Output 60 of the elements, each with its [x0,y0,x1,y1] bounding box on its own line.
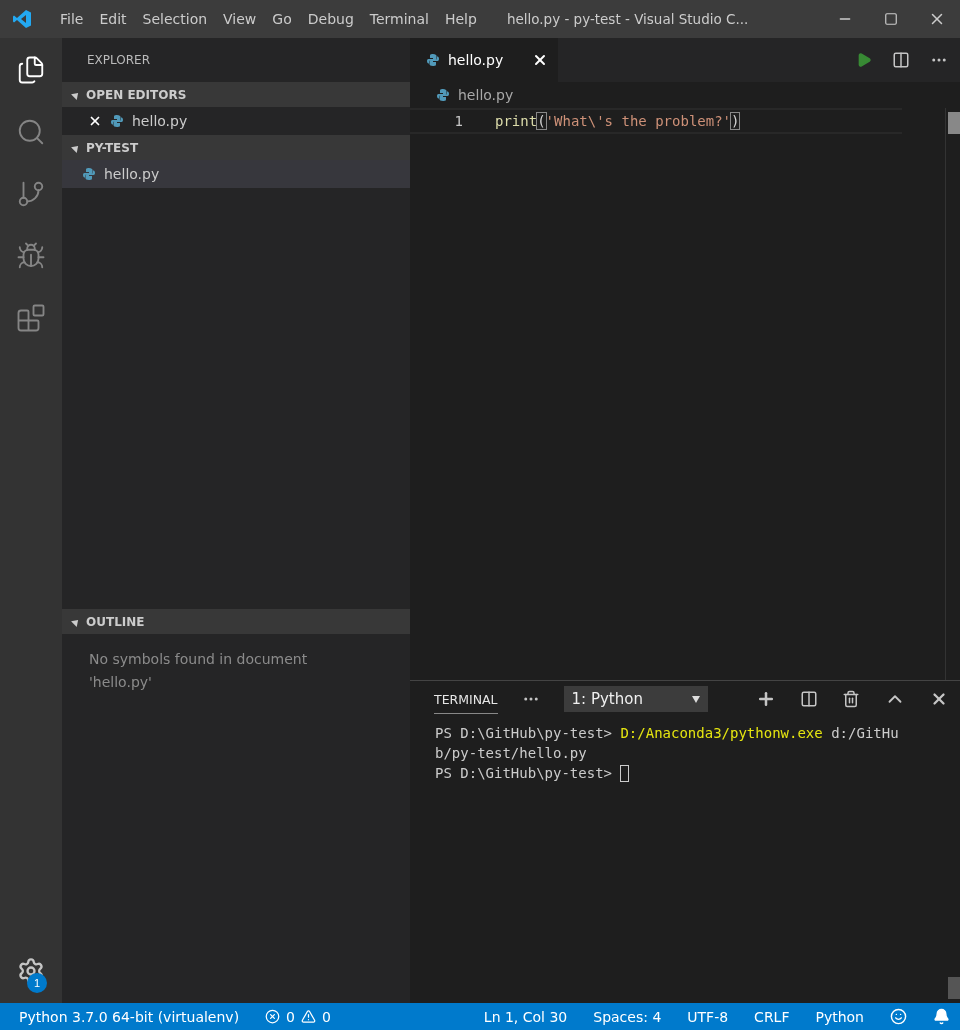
section-header[interactable]: OPEN EDITORS [62,82,410,107]
python-file-icon [436,88,450,102]
outline-message: No symbols found in document 'hello.py' [88,650,309,692]
terminal-text: b/py-test/hello.py [435,744,587,763]
terminal-text: PS D:\GitHub\py-test> [435,724,613,743]
code-token: ) [731,113,740,129]
close-icon[interactable] [930,690,948,708]
tree-row[interactable]: hello.py [62,160,410,188]
error-icon [265,1009,281,1024]
warning-icon [301,1009,316,1024]
sidebar-title: EXPLORER [86,52,151,69]
trash-icon[interactable] [842,690,860,708]
tree-row[interactable]: hello.py [62,107,410,135]
play-icon[interactable] [856,52,872,68]
line-ending-status[interactable]: CRLF [754,1008,790,1025]
terminal-text: PS D:\GitHub\py-test> [435,764,613,783]
plus-icon[interactable] [756,689,776,709]
close-icon[interactable] [88,114,102,128]
terminal-text: d:/GitHu [830,724,899,743]
menu-item[interactable]: View [215,11,265,27]
terminal-cursor [620,764,630,782]
encoding-status[interactable]: UTF-8 [687,1008,729,1025]
section-header[interactable]: OUTLINE [62,609,410,634]
indentation-status[interactable]: Spaces: 4 [593,1008,662,1025]
window-title: hello.py - py-test - Visual Studio C... [506,11,749,27]
maximize-icon[interactable] [884,12,898,26]
breadcrumb[interactable]: hello.py [410,82,960,108]
terminal-dropdown[interactable]: 1: Python [563,686,708,712]
python-file-icon [82,167,96,181]
menu-item[interactable]: Terminal [361,11,437,27]
code-token: ( [537,113,546,129]
language-status[interactable]: Python [815,1008,864,1025]
menu-item[interactable]: Edit [91,11,135,27]
menu-item[interactable]: File [52,11,92,27]
python-file-icon [110,114,124,128]
split-editor-icon[interactable] [892,51,910,69]
menu-item[interactable]: Go [264,11,300,27]
code-token: 'What\'s the problem?' [545,113,732,129]
terminal-tab[interactable]: TERMINAL [434,684,498,714]
menu-item[interactable]: Selection [134,11,216,27]
interpreter-status[interactable]: Python 3.7.0 64-bit (virtualenv) [19,1008,240,1025]
cursor-position[interactable]: Ln 1, Col 30 [483,1008,568,1025]
section-header[interactable]: PY-TEST [62,135,410,160]
split-terminal-icon[interactable] [800,690,818,708]
scrollbar-thumb[interactable] [948,112,960,134]
code-token: print [495,113,538,129]
warning-count[interactable]: 0 [322,1008,331,1025]
scrollbar-thumb[interactable] [948,977,960,999]
smiley-icon[interactable] [890,1008,907,1025]
app-logo-icon [12,9,32,29]
menu-item[interactable]: Debug [299,11,362,27]
close-icon[interactable] [532,52,548,68]
notification-badge: 1 [27,973,47,993]
python-file-icon [426,53,440,67]
terminal-text: D:/Anaconda3/pythonw.exe [620,724,823,743]
line-number: 1 [453,113,463,129]
error-count[interactable]: 0 [286,1008,295,1025]
editor-tab[interactable]: hello.py [410,38,558,82]
menu-item[interactable]: Help [436,11,485,27]
bell-icon[interactable] [933,1008,950,1025]
